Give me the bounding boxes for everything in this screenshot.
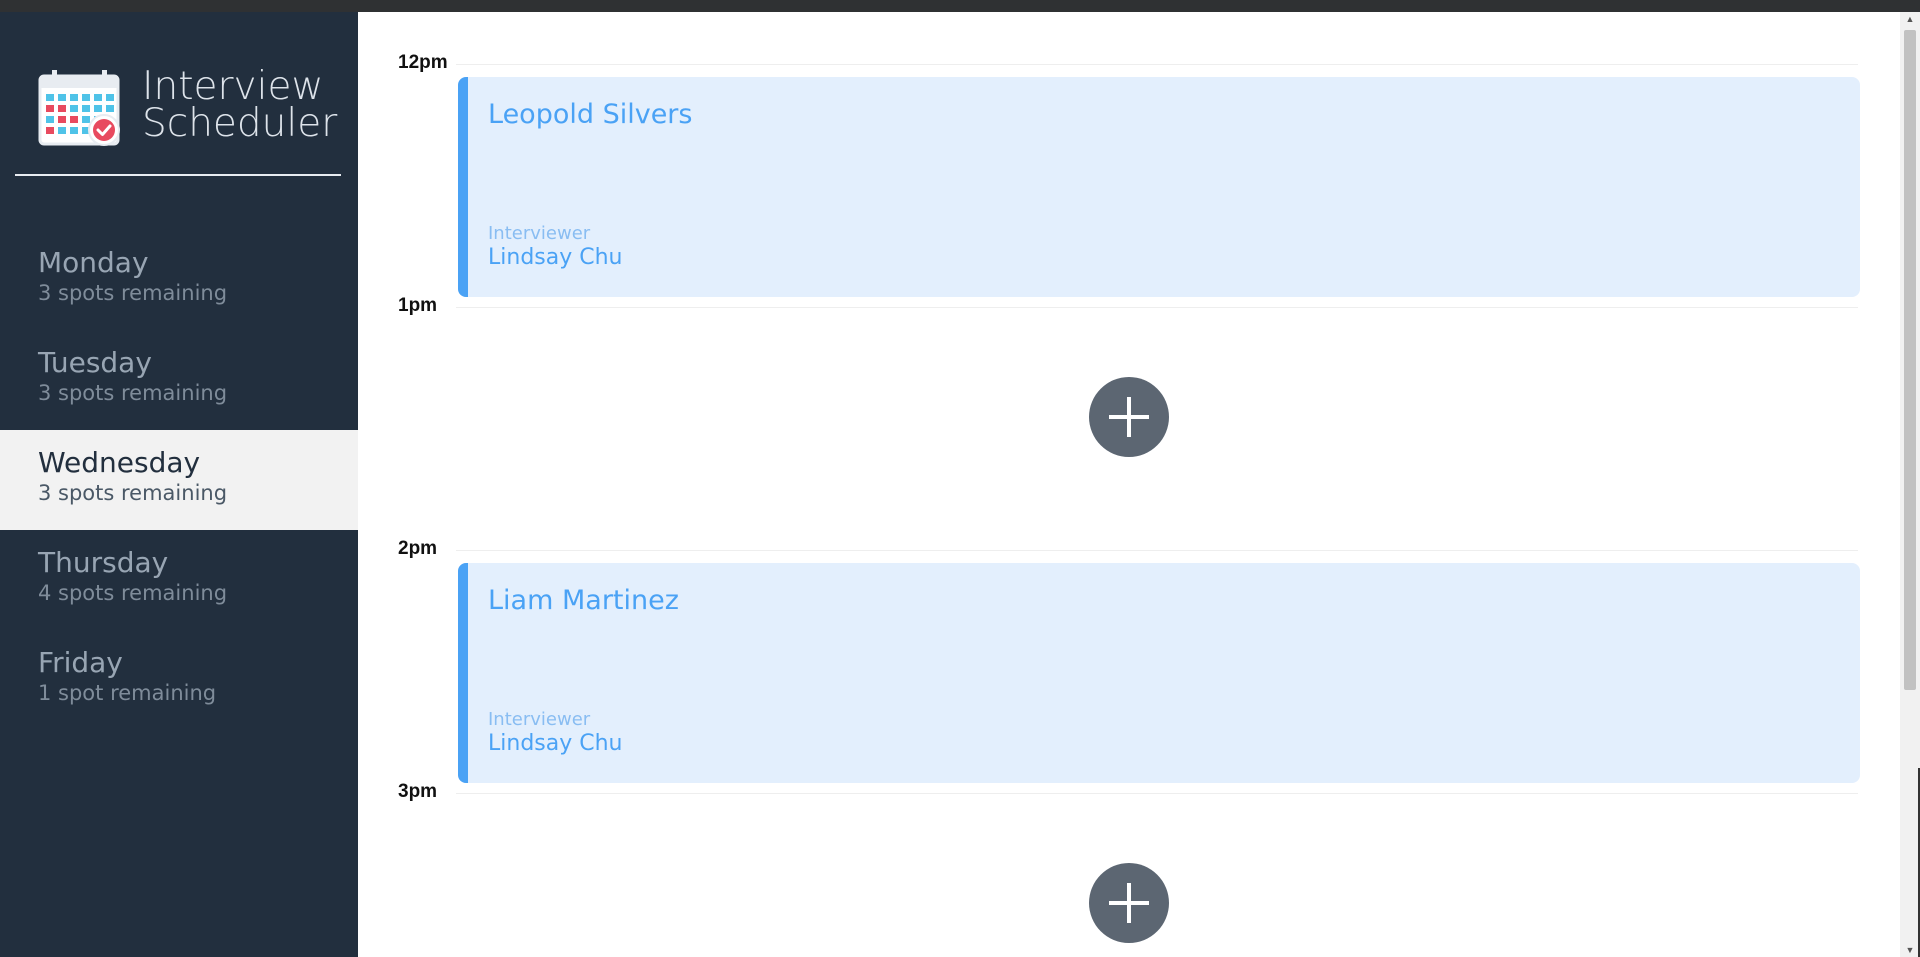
plus-icon xyxy=(1109,883,1149,923)
day-item-thursday[interactable]: Thursday 4 spots remaining xyxy=(0,530,358,630)
day-spots: 3 spots remaining xyxy=(38,281,228,305)
plus-icon xyxy=(1109,397,1149,437)
time-divider xyxy=(456,793,1858,794)
day-name: Tuesday xyxy=(38,346,152,379)
day-item-friday[interactable]: Friday 1 spot remaining xyxy=(0,630,358,730)
scrollbar-thumb[interactable] xyxy=(1904,30,1916,690)
day-item-monday[interactable]: Monday 3 spots remaining xyxy=(0,230,358,330)
schedule: 12pm Leopold Silvers Interviewer Lindsay… xyxy=(358,12,1900,957)
time-label: 12pm xyxy=(398,52,448,73)
add-appointment-button[interactable] xyxy=(1089,863,1169,943)
interviewer-name: Lindsay Chu xyxy=(488,245,623,270)
sidebar: Interview Scheduler Monday 3 spots remai… xyxy=(0,12,358,957)
interviewer-name: Lindsay Chu xyxy=(488,731,623,756)
time-label: 3pm xyxy=(398,781,438,802)
day-item-wednesday[interactable]: Wednesday 3 spots remaining xyxy=(0,430,358,530)
day-spots: 4 spots remaining xyxy=(38,581,228,605)
time-divider xyxy=(456,64,1858,65)
day-name: Friday xyxy=(38,646,123,679)
day-name: Wednesday xyxy=(38,446,201,479)
app-title-line2: Scheduler xyxy=(142,101,338,146)
time-label: 2pm xyxy=(398,538,438,559)
day-name: Thursday xyxy=(38,546,169,579)
day-name: Monday xyxy=(38,246,149,279)
time-divider xyxy=(456,307,1858,308)
interviewer-label: Interviewer xyxy=(488,223,591,244)
interviewer-label: Interviewer xyxy=(488,709,591,730)
app-title-line1: Interview xyxy=(142,64,324,109)
student-name: Leopold Silvers xyxy=(488,99,693,130)
day-spots: 1 spot remaining xyxy=(38,681,217,705)
scroll-up-arrow-icon[interactable]: ▲ xyxy=(1904,14,1916,24)
time-label: 1pm xyxy=(398,295,438,316)
app-title: Interview Scheduler xyxy=(142,64,338,146)
appointment-card[interactable]: Leopold Silvers Interviewer Lindsay Chu xyxy=(458,77,1860,297)
vertical-scrollbar[interactable]: ▲ ▼ xyxy=(1900,12,1920,957)
appointment-card[interactable]: Liam Martinez Interviewer Lindsay Chu xyxy=(458,563,1860,783)
scroll-down-arrow-icon[interactable]: ▼ xyxy=(1904,945,1916,955)
browser-top-bar xyxy=(0,0,1920,12)
add-appointment-button[interactable] xyxy=(1089,377,1169,457)
brand: Interview Scheduler xyxy=(38,56,338,146)
day-spots: 3 spots remaining xyxy=(38,481,228,505)
student-name: Liam Martinez xyxy=(488,585,679,616)
day-item-tuesday[interactable]: Tuesday 3 spots remaining xyxy=(0,330,358,430)
day-spots: 3 spots remaining xyxy=(38,381,228,405)
day-list: Monday 3 spots remaining Tuesday 3 spots… xyxy=(0,230,358,730)
sidebar-divider xyxy=(15,174,341,176)
calendar-icon xyxy=(38,70,120,146)
time-divider xyxy=(456,550,1858,551)
